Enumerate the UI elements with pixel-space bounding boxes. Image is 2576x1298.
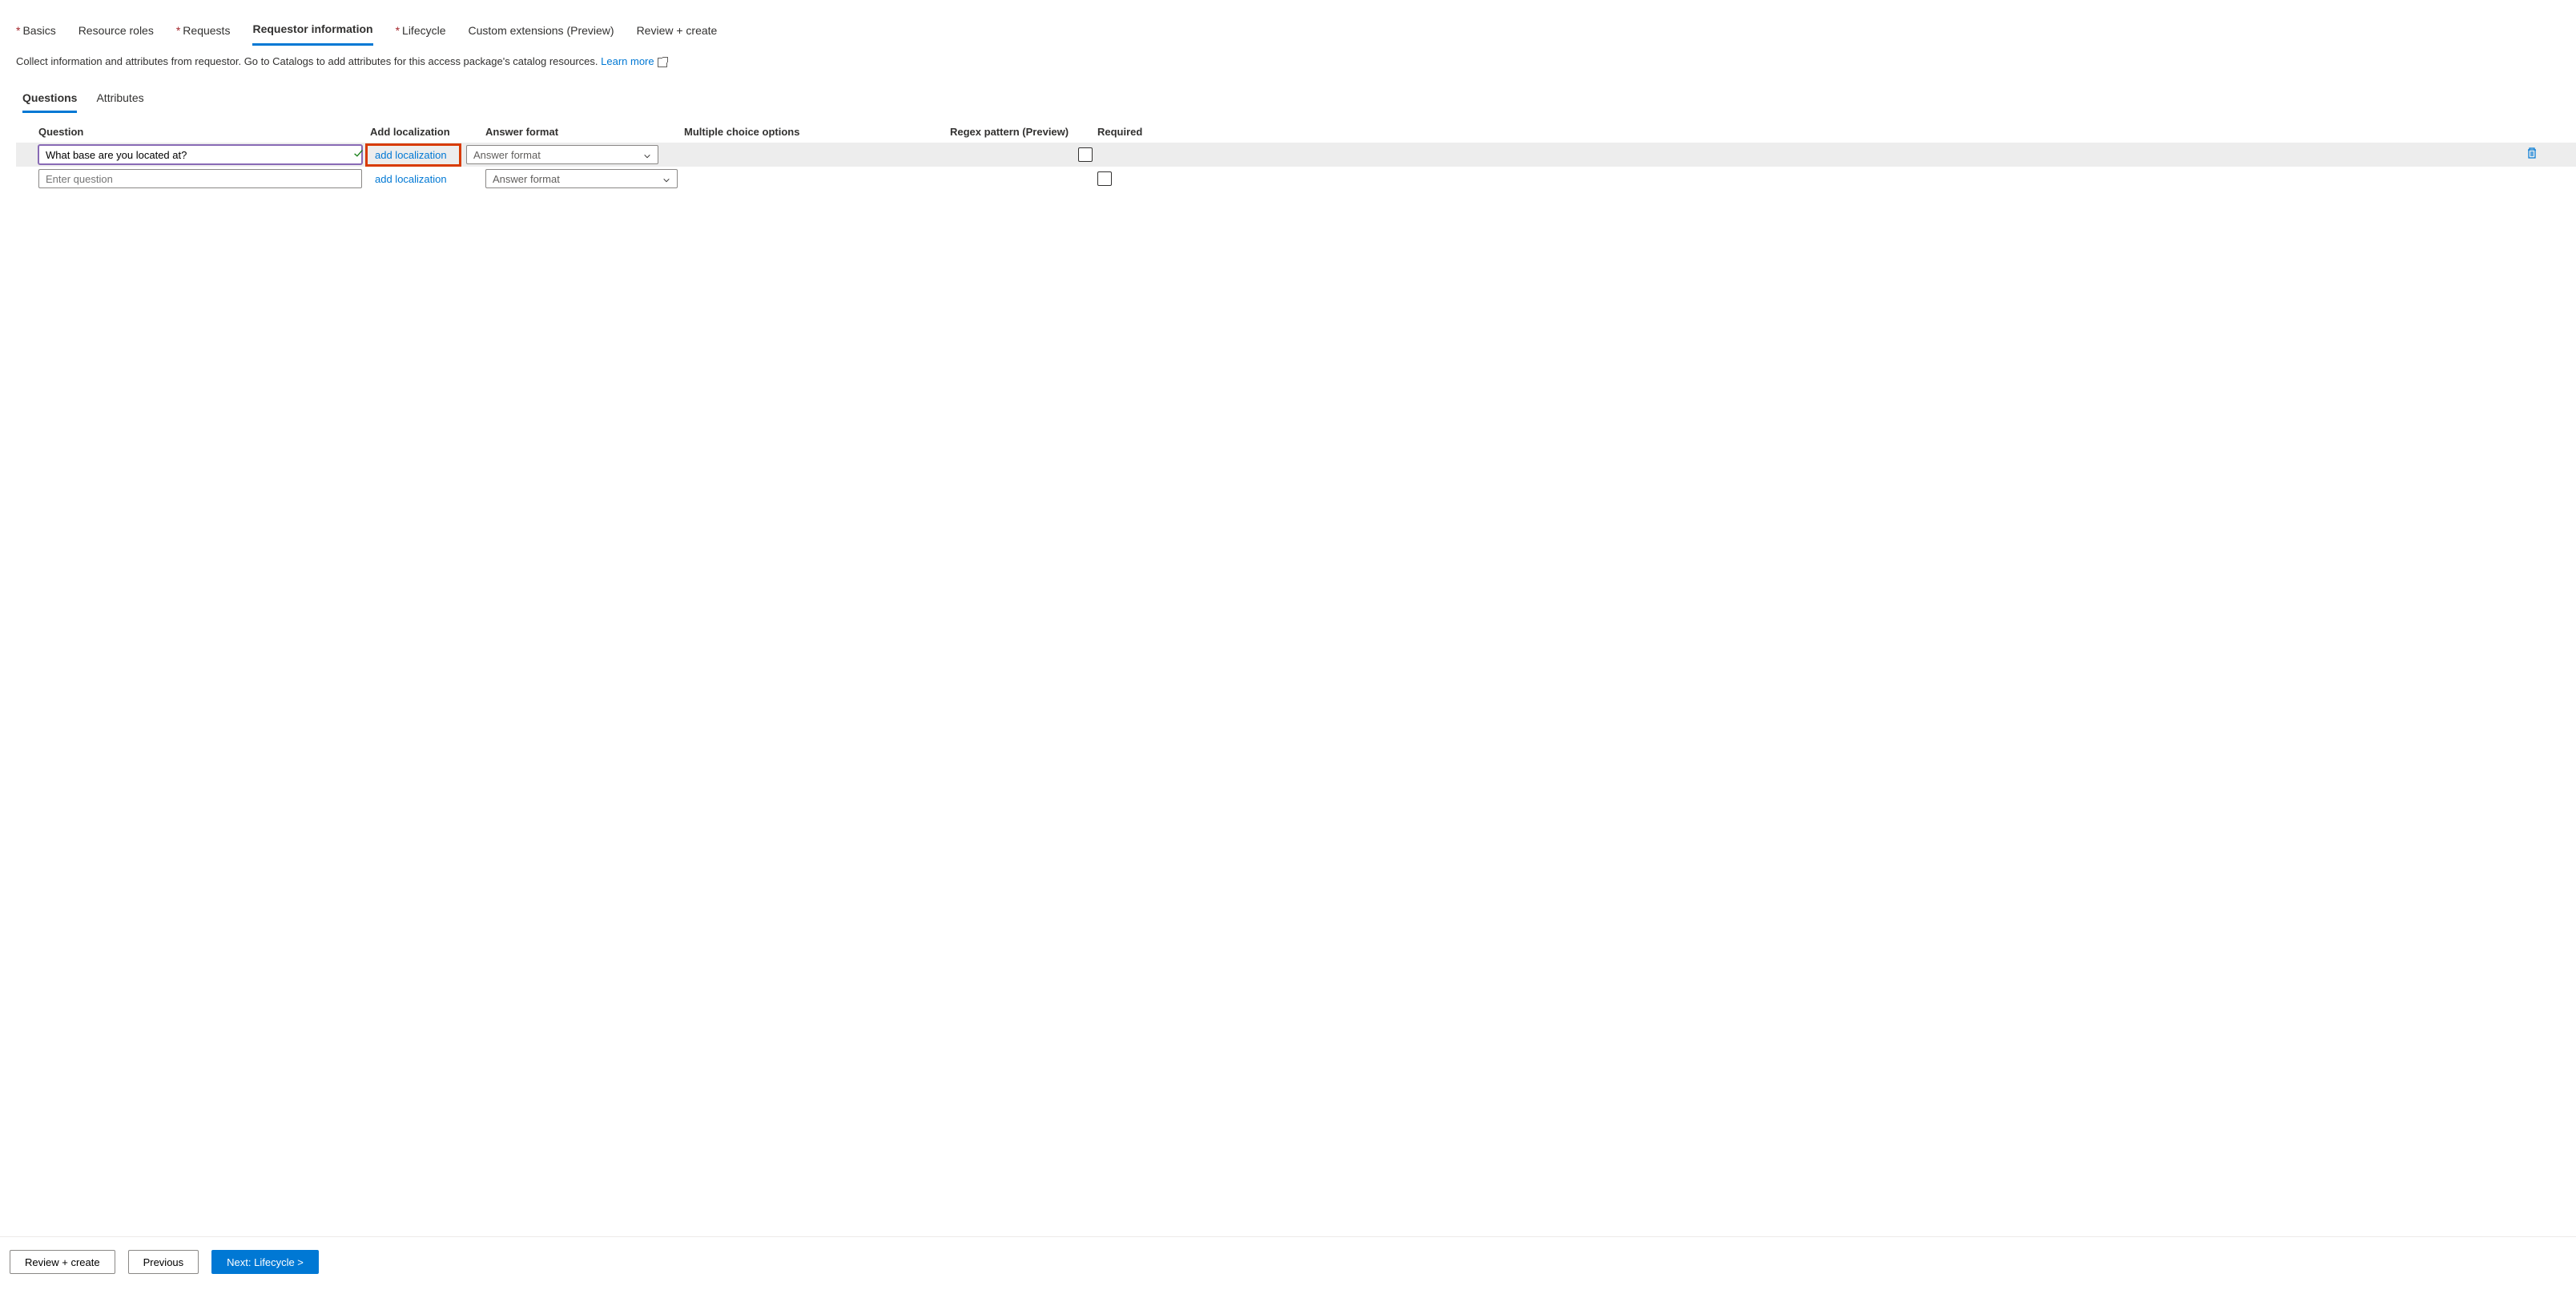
col-regex: Regex pattern (Preview) bbox=[950, 126, 1097, 138]
tab-basics[interactable]: *Basics bbox=[16, 18, 56, 45]
col-required: Required bbox=[1097, 126, 1200, 138]
question-input[interactable] bbox=[38, 145, 362, 164]
col-question: Question bbox=[38, 126, 370, 138]
answer-format-select[interactable]: Answer format bbox=[466, 145, 658, 164]
asterisk-icon: * bbox=[16, 24, 20, 37]
bottom-bar: Review + create Previous Next: Lifecycle… bbox=[0, 1236, 2576, 1298]
col-multiple-choice: Multiple choice options bbox=[684, 126, 950, 138]
check-icon bbox=[353, 148, 364, 161]
question-row: add localization Answer format bbox=[38, 167, 2552, 191]
add-localization-link[interactable]: add localization bbox=[370, 146, 452, 164]
previous-button[interactable]: Previous bbox=[128, 1250, 199, 1274]
sub-tabs: Questions Attributes bbox=[22, 87, 2552, 113]
tab-resource-roles[interactable]: Resource roles bbox=[78, 18, 154, 45]
next-button[interactable]: Next: Lifecycle > bbox=[211, 1250, 319, 1274]
asterisk-icon: * bbox=[176, 24, 180, 37]
description-text: Collect information and attributes from … bbox=[16, 55, 2552, 67]
col-answer-format: Answer format bbox=[485, 126, 684, 138]
subtab-questions[interactable]: Questions bbox=[22, 87, 77, 113]
delete-icon[interactable] bbox=[2526, 149, 2538, 163]
chevron-down-icon bbox=[643, 151, 651, 159]
required-checkbox[interactable] bbox=[1097, 171, 1112, 186]
questions-table: Question Add localization Answer format … bbox=[38, 121, 2552, 191]
subtab-attributes[interactable]: Attributes bbox=[96, 87, 143, 113]
tab-requests[interactable]: *Requests bbox=[176, 18, 231, 45]
learn-more-link[interactable]: Learn more bbox=[601, 55, 666, 67]
external-link-icon bbox=[658, 58, 667, 67]
asterisk-icon: * bbox=[396, 24, 400, 37]
tab-lifecycle[interactable]: *Lifecycle bbox=[396, 18, 446, 45]
answer-format-select[interactable]: Answer format bbox=[485, 169, 678, 188]
table-header: Question Add localization Answer format … bbox=[38, 121, 2552, 143]
required-checkbox[interactable] bbox=[1078, 147, 1093, 162]
tab-custom-extensions[interactable]: Custom extensions (Preview) bbox=[469, 18, 614, 45]
chevron-down-icon bbox=[662, 175, 670, 183]
add-localization-cell: add localization bbox=[365, 143, 461, 167]
add-localization-link[interactable]: add localization bbox=[370, 170, 452, 188]
main-tabs: *Basics Resource roles *Requests Request… bbox=[16, 16, 2552, 49]
question-input[interactable] bbox=[38, 169, 362, 188]
tab-review-create[interactable]: Review + create bbox=[637, 18, 718, 45]
question-row: add localization Answer format bbox=[16, 143, 2576, 167]
col-localization: Add localization bbox=[370, 126, 485, 138]
tab-requestor-information[interactable]: Requestor information bbox=[252, 16, 372, 46]
review-create-button[interactable]: Review + create bbox=[10, 1250, 115, 1274]
